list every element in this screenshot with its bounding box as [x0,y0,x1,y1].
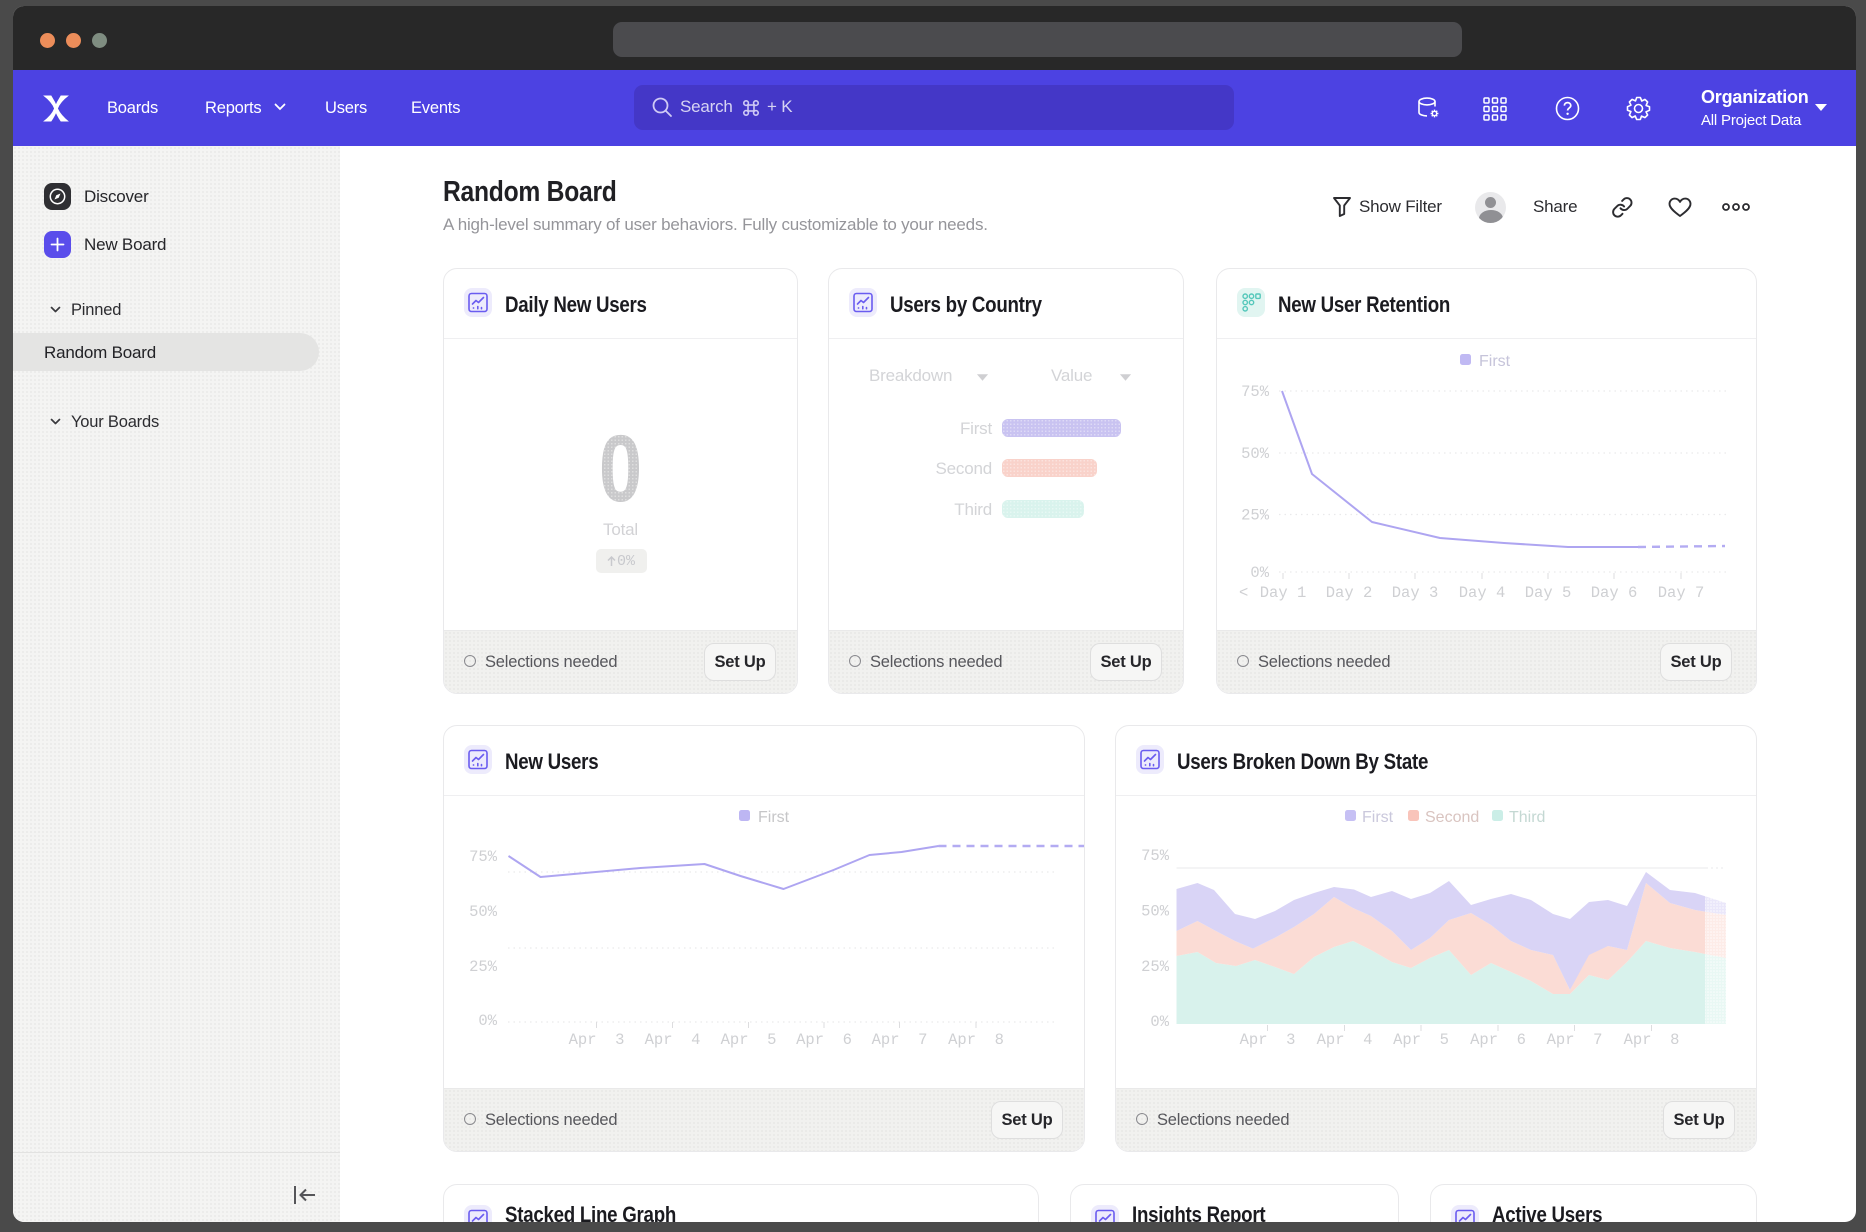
svg-text:25%: 25% [1241,507,1270,525]
svg-text:Apr 5: Apr 5 [721,1031,777,1049]
svg-text:25%: 25% [469,958,498,976]
svg-text:Apr 6: Apr 6 [796,1031,852,1049]
svg-text:Apr 4: Apr 4 [645,1031,701,1049]
svg-text:Apr 3: Apr 3 [1240,1031,1296,1049]
svg-text:First: First [1479,353,1511,370]
svg-text:Apr 7: Apr 7 [1547,1031,1603,1049]
svg-text:Day 3: Day 3 [1392,584,1439,602]
svg-text:First: First [1362,809,1394,826]
svg-text:Second: Second [1425,809,1479,826]
svg-text:Third: Third [1509,809,1545,826]
svg-text:<: < [1239,584,1248,602]
svg-text:Day 7: Day 7 [1658,584,1705,602]
svg-text:0%: 0% [478,1012,497,1030]
svg-text:Apr 8: Apr 8 [948,1031,1004,1049]
svg-text:75%: 75% [1141,847,1170,865]
svg-text:Apr 3: Apr 3 [569,1031,625,1049]
svg-text:25%: 25% [1141,958,1170,976]
svg-text:First: First [758,809,790,826]
svg-text:Day 6: Day 6 [1591,584,1638,602]
svg-text:Apr 7: Apr 7 [872,1031,928,1049]
svg-text:50%: 50% [469,903,498,921]
svg-text:75%: 75% [1241,383,1270,401]
svg-text:Day 2: Day 2 [1326,584,1373,602]
svg-text:0%: 0% [1250,564,1269,582]
svg-text:0%: 0% [1150,1013,1169,1031]
svg-text:Day 4: Day 4 [1459,584,1506,602]
svg-text:75%: 75% [469,848,498,866]
svg-text:50%: 50% [1141,903,1170,921]
svg-text:Apr 8: Apr 8 [1624,1031,1680,1049]
svg-text:Apr 6: Apr 6 [1470,1031,1526,1049]
svg-text:Day 5: Day 5 [1525,584,1572,602]
svg-text:50%: 50% [1241,445,1270,463]
svg-text:Apr 5: Apr 5 [1393,1031,1449,1049]
svg-text:Day 1: Day 1 [1260,584,1307,602]
svg-text:Apr 4: Apr 4 [1317,1031,1373,1049]
